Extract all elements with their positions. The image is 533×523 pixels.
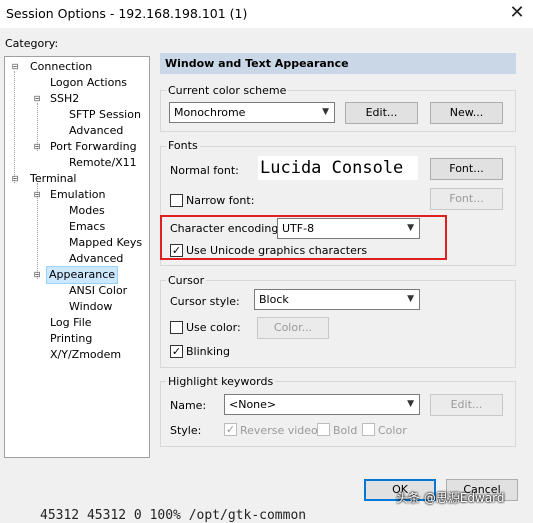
cursor-group-label: Cursor <box>166 274 207 287</box>
narrow-font-checkbox[interactable] <box>170 194 183 207</box>
use-color-label: Use color: <box>186 321 241 334</box>
tree-item-emulation-advanced[interactable]: Advanced <box>67 251 125 267</box>
highlight-keywords-group-label: Highlight keywords <box>166 375 276 388</box>
tree-item-sftp-session[interactable]: SFTP Session <box>67 107 143 123</box>
color-label: Color <box>378 424 407 437</box>
color-scheme-value: Monochrome <box>174 106 246 119</box>
close-icon[interactable]: ✕ <box>508 3 526 23</box>
collapse-icon[interactable]: ⊟ <box>32 190 42 200</box>
color-checkbox[interactable] <box>362 423 375 436</box>
chevron-down-icon: ▼ <box>407 399 414 409</box>
use-color-checkbox[interactable] <box>170 321 183 334</box>
highlight-annotation-box <box>160 215 447 260</box>
cursor-style-select[interactable]: Block ▼ <box>254 289 420 310</box>
normal-font-button[interactable]: Font... <box>430 158 503 180</box>
bold-checkbox[interactable] <box>317 423 330 436</box>
color-scheme-select[interactable]: Monochrome ▼ <box>169 102 335 123</box>
tree-item-emulation[interactable]: Emulation <box>48 187 108 203</box>
keyword-name-label: Name: <box>170 399 207 412</box>
collapse-icon[interactable]: ⊟ <box>32 270 42 280</box>
bold-label: Bold <box>333 424 358 437</box>
collapse-icon[interactable]: ⊟ <box>10 62 20 72</box>
collapse-icon[interactable]: ⊟ <box>32 94 42 104</box>
category-label: Category: <box>5 37 59 50</box>
tree-item-ssh2[interactable]: SSH2 <box>48 91 81 107</box>
narrow-font-button[interactable]: Font... <box>430 188 503 210</box>
keyword-name-value: <None> <box>229 398 277 411</box>
background-terminal-text: 45312 45312 0 100% /opt/gtk-common <box>40 508 307 523</box>
cursor-style-label: Cursor style: <box>170 295 240 308</box>
keyword-name-select[interactable]: <None> ▼ <box>224 394 420 415</box>
tree-item-logon-actions[interactable]: Logon Actions <box>48 75 129 91</box>
blinking-label: Blinking <box>186 345 231 358</box>
tree-item-printing[interactable]: Printing <box>48 331 94 347</box>
keyword-style-label: Style: <box>170 424 202 437</box>
window-title: Session Options - 192.168.198.101 (1) <box>6 6 248 21</box>
cursor-color-button[interactable]: Color... <box>257 317 329 339</box>
normal-font-preview: Lucida Console <box>258 156 418 180</box>
tree-item-emacs[interactable]: Emacs <box>67 219 107 235</box>
tree-item-xyzmodem[interactable]: X/Y/Zmodem <box>48 347 123 363</box>
tree-item-port-forwarding[interactable]: Port Forwarding <box>48 139 139 155</box>
fonts-group-label: Fonts <box>166 139 200 152</box>
normal-font-label: Normal font: <box>170 164 239 177</box>
tree-item-remote-x11[interactable]: Remote/X11 <box>67 155 139 171</box>
panel-title: Window and Text Appearance <box>160 53 516 74</box>
edit-color-scheme-button[interactable]: Edit... <box>345 102 418 124</box>
chevron-down-icon: ▼ <box>407 294 414 304</box>
tree-item-ssh2-advanced[interactable]: Advanced <box>67 123 125 139</box>
tree-item-window[interactable]: Window <box>67 299 114 315</box>
new-color-scheme-button[interactable]: New... <box>430 102 503 124</box>
tree-item-terminal[interactable]: Terminal <box>28 171 79 187</box>
watermark: 头条 @思源Edward <box>396 491 505 505</box>
tree-guide-line <box>14 71 15 183</box>
tree-item-ansi-color[interactable]: ANSI Color <box>67 283 129 299</box>
tree-item-appearance[interactable]: Appearance <box>45 266 119 284</box>
category-tree[interactable]: ⊟ Connection Logon Actions ⊟ SSH2 SFTP S… <box>4 56 150 458</box>
collapse-icon[interactable]: ⊟ <box>10 174 20 184</box>
chevron-down-icon: ▼ <box>322 107 329 117</box>
reverse-video-label: Reverse video <box>240 424 318 437</box>
collapse-icon[interactable]: ⊟ <box>32 142 42 152</box>
tree-item-log-file[interactable]: Log File <box>48 315 94 331</box>
color-scheme-group-label: Current color scheme <box>166 84 289 97</box>
reverse-video-checkbox[interactable]: ✓ <box>224 423 237 436</box>
narrow-font-label: Narrow font: <box>186 194 255 207</box>
tree-item-modes[interactable]: Modes <box>67 203 107 219</box>
tree-item-connection[interactable]: Connection <box>28 59 94 75</box>
blinking-checkbox[interactable]: ✓ <box>170 345 183 358</box>
cursor-style-value: Block <box>259 293 289 306</box>
tree-item-mapped-keys[interactable]: Mapped Keys <box>67 235 144 251</box>
edit-keywords-button[interactable]: Edit... <box>430 394 503 416</box>
